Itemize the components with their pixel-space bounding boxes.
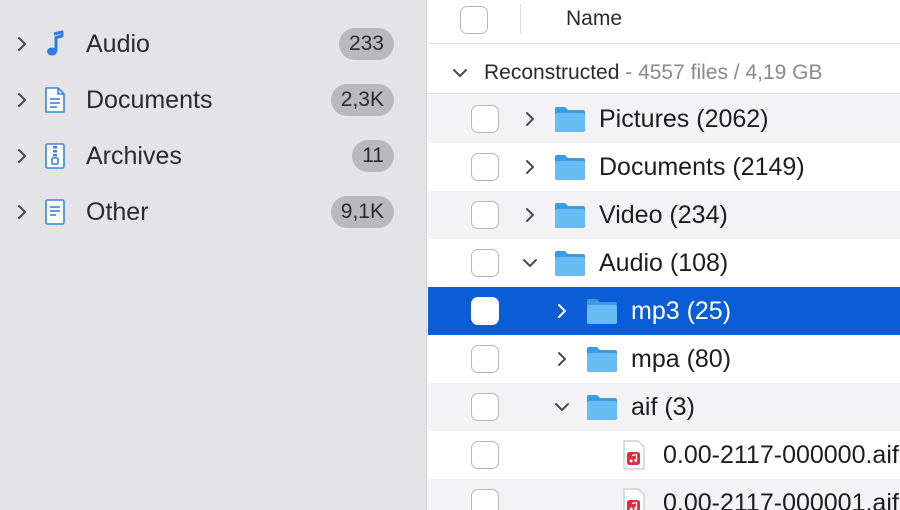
table-row[interactable]: 0.00-2117-000000.aif <box>428 431 900 479</box>
row-label: mp3 (25) <box>631 297 732 325</box>
row-checkbox[interactable] <box>471 489 499 510</box>
table-row[interactable]: 0.00-2117-000001.aif <box>428 479 900 510</box>
table-row-selected[interactable]: mp3 (25) <box>428 287 900 335</box>
row-checkbox[interactable] <box>471 297 499 325</box>
column-header: Name <box>428 0 900 44</box>
sidebar-item-audio[interactable]: Audio 233 <box>0 16 427 72</box>
folder-icon <box>555 251 585 276</box>
chevron-right-icon[interactable] <box>14 148 30 164</box>
sidebar-item-other[interactable]: Other 9,1K <box>0 184 427 240</box>
table-row[interactable]: Audio (108) <box>428 239 900 287</box>
name-column-header[interactable]: Name <box>566 7 622 31</box>
row-checkbox[interactable] <box>471 441 499 469</box>
chevron-down-icon[interactable] <box>452 65 468 81</box>
count-badge: 9,1K <box>330 196 394 228</box>
sidebar-item-label: Other <box>86 197 149 226</box>
folder-icon <box>555 155 585 180</box>
table-row[interactable]: Documents (2149) <box>428 143 900 191</box>
chevron-down-icon[interactable] <box>522 255 538 271</box>
generic-file-icon <box>45 199 65 225</box>
chevron-right-icon[interactable] <box>14 36 30 52</box>
group-summary: 4557 files / 4,19 GB <box>638 61 823 84</box>
chevron-right-icon[interactable] <box>554 351 570 367</box>
sidebar-item-label: Archives <box>86 141 182 170</box>
row-checkbox[interactable] <box>471 153 499 181</box>
sidebar-item-label: Audio <box>86 29 150 58</box>
row-checkbox[interactable] <box>471 201 499 229</box>
column-divider[interactable] <box>520 4 521 34</box>
group-separator: - <box>619 61 639 84</box>
table-row[interactable]: Video (234) <box>428 191 900 239</box>
chevron-right-icon[interactable] <box>14 92 30 108</box>
select-all-checkbox[interactable] <box>460 6 488 34</box>
row-label: mpa (80) <box>631 345 732 373</box>
folder-icon <box>587 299 617 324</box>
row-label: Documents (2149) <box>599 153 805 181</box>
count-badge: 233 <box>338 28 394 60</box>
archive-zip-icon <box>45 143 65 169</box>
count-badge: 11 <box>352 140 394 172</box>
row-label: Pictures (2062) <box>599 105 769 133</box>
chevron-right-icon[interactable] <box>14 204 30 220</box>
row-label: Audio (108) <box>599 249 729 277</box>
row-checkbox[interactable] <box>471 345 499 373</box>
chevron-right-icon[interactable] <box>554 303 570 319</box>
row-label: aif (3) <box>631 393 695 421</box>
row-label: Video (234) <box>599 201 728 229</box>
group-header-reconstructed[interactable]: Reconstructed - 4557 files / 4,19 GB <box>428 52 900 94</box>
row-checkbox[interactable] <box>471 393 499 421</box>
music-file-icon <box>623 488 645 510</box>
music-file-icon <box>623 440 645 470</box>
file-list-panel: Name Reconstructed - 4557 files / 4,19 G… <box>428 0 900 510</box>
chevron-down-icon[interactable] <box>554 399 570 415</box>
group-name: Reconstructed <box>484 61 620 84</box>
folder-icon <box>587 395 617 420</box>
music-note-icon <box>47 30 64 56</box>
sidebar-item-archives[interactable]: Archives 11 <box>0 128 427 184</box>
chevron-right-icon[interactable] <box>522 111 538 127</box>
group-title: Reconstructed - 4557 files / 4,19 GB <box>484 61 823 85</box>
table-row[interactable]: aif (3) <box>428 383 900 431</box>
row-checkbox[interactable] <box>471 249 499 277</box>
chevron-right-icon[interactable] <box>522 207 538 223</box>
sidebar-item-documents[interactable]: Documents 2,3K <box>0 72 427 128</box>
sidebar-item-label: Documents <box>86 85 213 114</box>
folder-icon <box>555 107 585 132</box>
row-checkbox[interactable] <box>471 105 499 133</box>
row-label: 0.00-2117-000001.aif <box>663 489 899 510</box>
chevron-right-icon[interactable] <box>522 159 538 175</box>
folder-icon <box>555 203 585 228</box>
sidebar: Audio 233 Documents 2,3K Archives 11 Oth… <box>0 0 427 510</box>
table-row[interactable]: mpa (80) <box>428 335 900 383</box>
count-badge: 2,3K <box>330 84 394 116</box>
table-row[interactable]: Pictures (2062) <box>428 95 900 143</box>
row-label: 0.00-2117-000000.aif <box>663 441 899 469</box>
folder-icon <box>587 347 617 372</box>
document-icon <box>45 87 65 113</box>
